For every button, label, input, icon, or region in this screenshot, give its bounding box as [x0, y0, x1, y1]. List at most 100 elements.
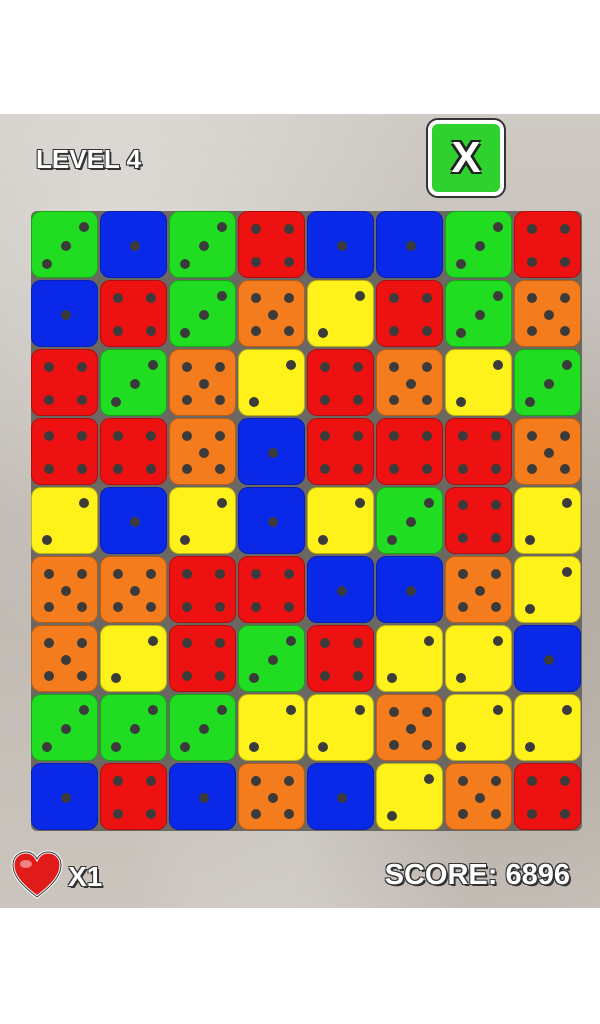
die-red-4[interactable] [169, 556, 236, 623]
die-red-4[interactable] [376, 280, 443, 347]
die-green-3[interactable] [169, 694, 236, 761]
die-yellow-2[interactable] [445, 349, 512, 416]
die-red-4[interactable] [445, 487, 512, 554]
die-green-3[interactable] [514, 349, 581, 416]
die-red-4[interactable] [307, 418, 374, 485]
die-pip [146, 464, 157, 475]
die-pip [319, 361, 330, 372]
die-pip [179, 535, 190, 546]
die-orange-5[interactable] [238, 763, 305, 830]
die-pip [422, 292, 433, 303]
die-pip [353, 637, 364, 648]
die-yellow-2[interactable] [307, 280, 374, 347]
die-blue-1[interactable] [514, 625, 581, 692]
die-blue-1[interactable] [169, 763, 236, 830]
die-pip [524, 397, 535, 408]
die-red-4[interactable] [100, 280, 167, 347]
die-pip [77, 464, 88, 475]
die-yellow-2[interactable] [376, 763, 443, 830]
die-pip [355, 290, 366, 301]
die-yellow-2[interactable] [307, 487, 374, 554]
die-yellow-2[interactable] [514, 487, 581, 554]
die-yellow-2[interactable] [238, 694, 305, 761]
die-red-4[interactable] [100, 418, 167, 485]
die-pip [405, 723, 416, 734]
die-pip [181, 637, 192, 648]
die-green-3[interactable] [376, 487, 443, 554]
die-green-3[interactable] [169, 280, 236, 347]
die-yellow-2[interactable] [169, 487, 236, 554]
die-green-3[interactable] [445, 211, 512, 278]
die-pip [386, 673, 397, 684]
die-pip [560, 809, 571, 820]
die-blue-1[interactable] [238, 418, 305, 485]
die-pip [457, 464, 468, 475]
die-orange-5[interactable] [376, 349, 443, 416]
die-yellow-2[interactable] [514, 556, 581, 623]
die-orange-5[interactable] [31, 625, 98, 692]
die-pip [560, 775, 571, 786]
die-green-3[interactable] [238, 625, 305, 692]
die-yellow-2[interactable] [238, 349, 305, 416]
die-yellow-2[interactable] [307, 694, 374, 761]
die-blue-1[interactable] [307, 211, 374, 278]
die-pip [198, 240, 209, 251]
die-green-3[interactable] [445, 280, 512, 347]
die-yellow-2[interactable] [514, 694, 581, 761]
die-red-4[interactable] [238, 211, 305, 278]
die-orange-5[interactable] [376, 694, 443, 761]
die-green-3[interactable] [100, 694, 167, 761]
die-yellow-2[interactable] [445, 694, 512, 761]
die-red-4[interactable] [31, 418, 98, 485]
die-red-4[interactable] [514, 211, 581, 278]
die-pip [110, 673, 121, 684]
die-red-4[interactable] [307, 349, 374, 416]
die-orange-5[interactable] [31, 556, 98, 623]
die-orange-5[interactable] [238, 280, 305, 347]
die-orange-5[interactable] [445, 556, 512, 623]
die-orange-5[interactable] [445, 763, 512, 830]
die-green-3[interactable] [100, 349, 167, 416]
die-orange-5[interactable] [514, 280, 581, 347]
die-yellow-2[interactable] [100, 625, 167, 692]
die-yellow-2[interactable] [445, 625, 512, 692]
die-yellow-2[interactable] [31, 487, 98, 554]
die-pip [319, 637, 330, 648]
close-button[interactable]: X [428, 120, 504, 196]
die-blue-1[interactable] [100, 487, 167, 554]
die-red-4[interactable] [100, 763, 167, 830]
die-red-4[interactable] [307, 625, 374, 692]
die-orange-5[interactable] [169, 349, 236, 416]
die-blue-1[interactable] [31, 763, 98, 830]
die-pip [457, 809, 468, 820]
die-red-4[interactable] [514, 763, 581, 830]
die-red-4[interactable] [31, 349, 98, 416]
die-blue-1[interactable] [307, 763, 374, 830]
die-pip [526, 257, 537, 268]
die-blue-1[interactable] [376, 211, 443, 278]
die-blue-1[interactable] [31, 280, 98, 347]
die-red-4[interactable] [445, 418, 512, 485]
die-pip [491, 602, 502, 613]
die-red-4[interactable] [169, 625, 236, 692]
die-orange-5[interactable] [169, 418, 236, 485]
die-pip [179, 259, 190, 270]
die-pip [491, 568, 502, 579]
die-green-3[interactable] [31, 211, 98, 278]
die-orange-5[interactable] [514, 418, 581, 485]
die-pip [353, 464, 364, 475]
die-green-3[interactable] [169, 211, 236, 278]
die-blue-1[interactable] [238, 487, 305, 554]
die-pip [110, 397, 121, 408]
die-blue-1[interactable] [307, 556, 374, 623]
die-yellow-2[interactable] [376, 625, 443, 692]
die-green-3[interactable] [31, 694, 98, 761]
die-blue-1[interactable] [100, 211, 167, 278]
die-pip [405, 378, 416, 389]
die-red-4[interactable] [376, 418, 443, 485]
die-orange-5[interactable] [100, 556, 167, 623]
die-pip [79, 221, 90, 232]
die-pip [60, 792, 71, 803]
die-blue-1[interactable] [376, 556, 443, 623]
die-red-4[interactable] [238, 556, 305, 623]
